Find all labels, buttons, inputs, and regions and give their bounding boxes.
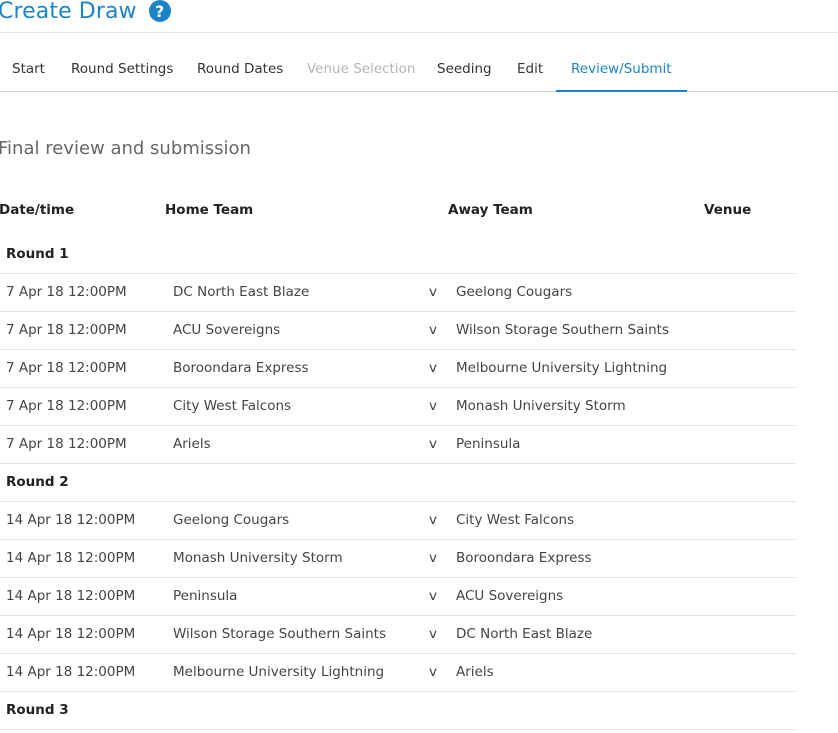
away-team: Ariels [456, 664, 494, 680]
column-header-date: Date/time [0, 202, 75, 218]
match-row: 14 Apr 18 12:00PM Geelong Cougars v City… [0, 502, 796, 540]
help-icon[interactable]: ? [148, 0, 171, 22]
home-team: ACU Sovereigns [173, 322, 281, 338]
round-header-row: Round 2 [0, 464, 796, 502]
match-date: 7 Apr 18 12:00PM [6, 398, 127, 414]
column-header-venue: Venue [704, 202, 752, 218]
tab-round-settings[interactable]: Round Settings [71, 48, 173, 90]
versus-label: v [429, 588, 437, 604]
match-row: 7 Apr 18 12:00PM DC North East Blaze v G… [0, 274, 796, 312]
round-label: Round 3 [6, 702, 69, 718]
versus-label: v [429, 626, 437, 642]
match-date: 7 Apr 18 12:00PM [6, 322, 127, 338]
tab-venue-selection: Venue Selection [307, 61, 416, 77]
away-team: Boroondara Express [456, 550, 592, 566]
home-team: Melbourne University Lightning [173, 664, 385, 680]
match-row: 14 Apr 18 12:00PM Melbourne University L… [0, 654, 796, 692]
home-team: Geelong Cougars [173, 512, 290, 528]
title-divider [0, 32, 838, 33]
match-date: 7 Apr 18 12:00PM [6, 360, 127, 376]
page-title: Create Draw [0, 0, 137, 24]
title-row: Create Draw ? [0, 0, 171, 28]
column-header-home-team: Home Team [165, 202, 254, 218]
home-team: DC North East Blaze [173, 284, 310, 300]
versus-label: v [429, 398, 437, 414]
match-date: 14 Apr 18 12:00PM [6, 588, 136, 604]
away-team: DC North East Blaze [456, 626, 593, 642]
versus-label: v [429, 512, 437, 528]
home-team: Ariels [173, 436, 211, 452]
column-header-away-team: Away Team [448, 202, 533, 218]
away-team: Wilson Storage Southern Saints [456, 322, 669, 338]
versus-label: v [429, 436, 437, 452]
match-date: 7 Apr 18 12:00PM [6, 436, 127, 452]
tab-seeding[interactable]: Seeding [437, 48, 492, 90]
match-date: 14 Apr 18 12:00PM [6, 550, 136, 566]
match-row: 7 Apr 18 12:00PM ACU Sovereigns v Wilson… [0, 312, 796, 350]
away-team: Peninsula [456, 436, 521, 452]
section-title: Final review and submission [0, 138, 251, 159]
match-row: 14 Apr 18 12:00PM Wilson Storage Souther… [0, 616, 796, 654]
match-date: 7 Apr 18 12:00PM [6, 284, 127, 300]
match-date: 14 Apr 18 12:00PM [6, 512, 136, 528]
home-team: Boroondara Express [173, 360, 309, 376]
away-team: Melbourne University Lightning [456, 360, 668, 376]
tab-review-submit[interactable]: Review/Submit [556, 48, 687, 92]
away-team: Monash University Storm [456, 398, 626, 414]
tab-round-dates[interactable]: Round Dates [197, 48, 283, 90]
draw-table: Round 1 7 Apr 18 12:00PM DC North East B… [0, 236, 796, 730]
home-team: Peninsula [173, 588, 238, 604]
match-row: 14 Apr 18 12:00PM Monash University Stor… [0, 540, 796, 578]
home-team: City West Falcons [173, 398, 292, 414]
away-team: Geelong Cougars [456, 284, 573, 300]
versus-label: v [429, 322, 437, 338]
versus-label: v [429, 284, 437, 300]
versus-label: v [429, 664, 437, 680]
create-draw-page: Create Draw ? Start Round Settings Round… [0, 0, 838, 733]
home-team: Monash University Storm [173, 550, 343, 566]
match-row: 7 Apr 18 12:00PM Boroondara Express v Me… [0, 350, 796, 388]
versus-label: v [429, 550, 437, 566]
away-team: ACU Sovereigns [456, 588, 564, 604]
tab-edit[interactable]: Edit [517, 48, 543, 90]
match-row: 7 Apr 18 12:00PM City West Falcons v Mon… [0, 388, 796, 426]
round-label: Round 2 [6, 474, 69, 490]
round-header-row: Round 1 [0, 236, 796, 274]
home-team: Wilson Storage Southern Saints [173, 626, 386, 642]
round-header-row: Round 3 [0, 692, 796, 730]
versus-label: v [429, 360, 437, 376]
match-date: 14 Apr 18 12:00PM [6, 664, 136, 680]
tab-start[interactable]: Start [12, 48, 45, 90]
away-team: City West Falcons [456, 512, 575, 528]
round-label: Round 1 [6, 246, 69, 262]
match-date: 14 Apr 18 12:00PM [6, 626, 136, 642]
tabs-divider [0, 91, 838, 92]
match-row: 14 Apr 18 12:00PM Peninsula v ACU Sovere… [0, 578, 796, 616]
match-row: 7 Apr 18 12:00PM Ariels v Peninsula [0, 426, 796, 464]
